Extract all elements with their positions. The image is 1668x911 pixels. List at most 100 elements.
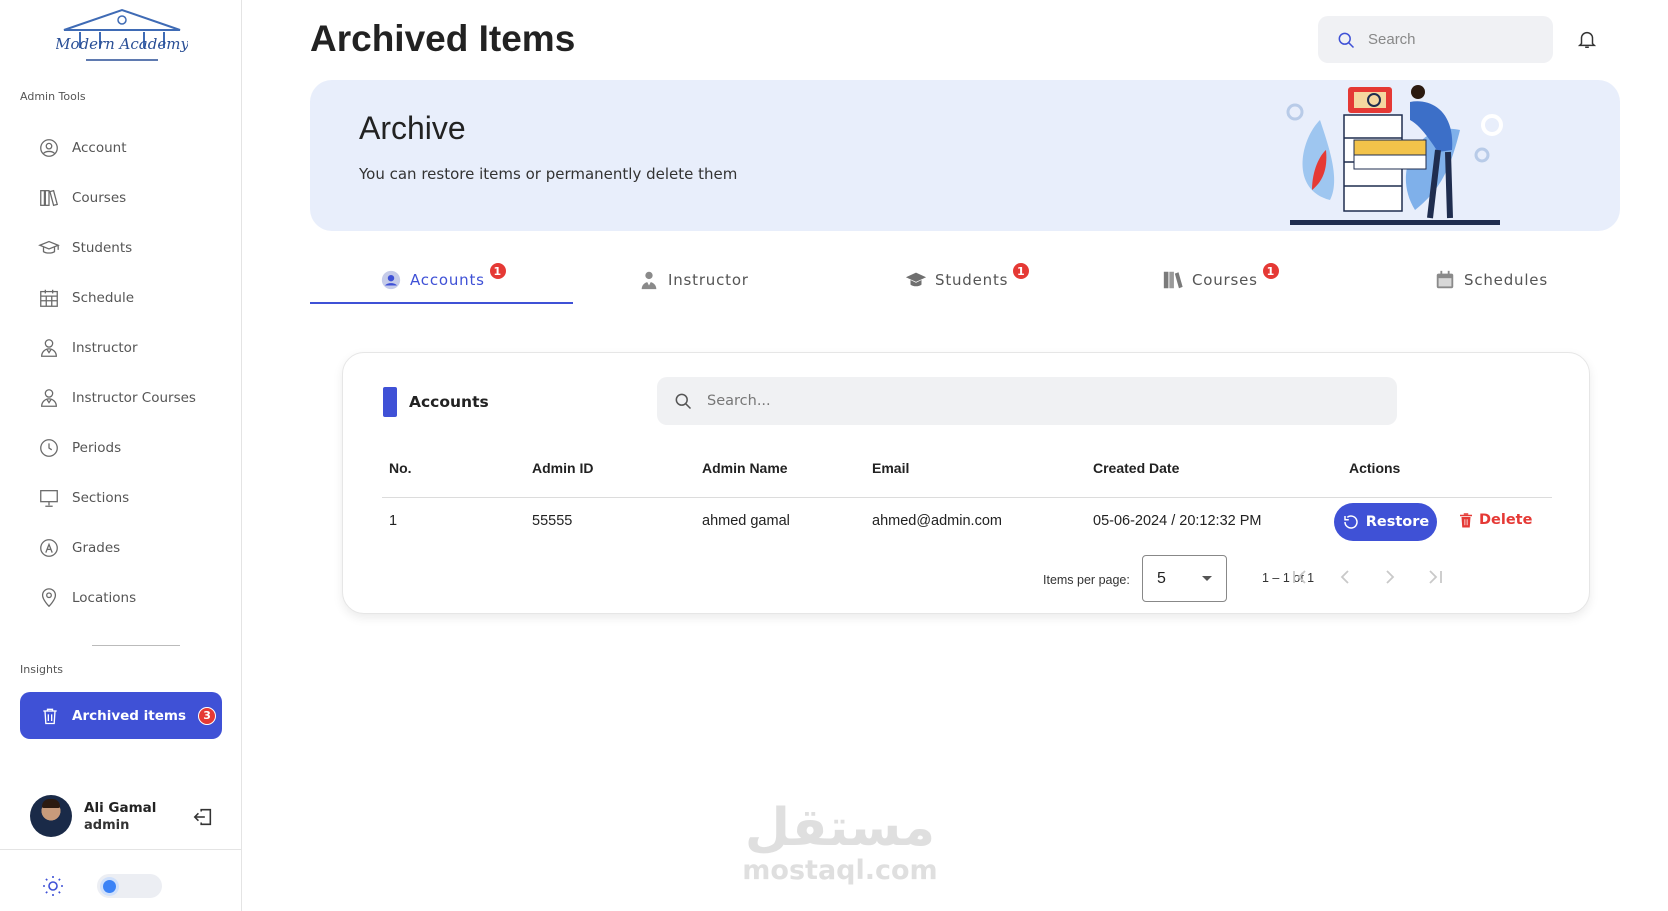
sidebar-item-label: Periods [72,440,122,456]
tab-label: Courses [1192,271,1258,289]
column-header-email[interactable]: Email [872,460,909,476]
column-header-admin-name[interactable]: Admin Name [702,460,788,476]
sun-icon[interactable] [41,874,65,898]
active-tab-indicator [310,302,573,304]
sidebar-item-grades[interactable]: Grades [38,530,120,566]
column-header-admin-id[interactable]: Admin ID [532,460,593,476]
cell-email: ahmed@admin.com [872,513,1002,529]
previous-page-button[interactable] [1333,565,1357,589]
modern-academy-logo[interactable]: Modern Academy [56,6,188,68]
column-header-actions: Actions [1349,460,1401,476]
card-title: Accounts [409,393,489,411]
search-icon [675,393,692,410]
next-page-button[interactable] [1378,565,1402,589]
tab-badge: 1 [1012,262,1031,280]
sidebar-item-label: Students [72,240,133,256]
tab-accounts[interactable]: Accounts 1 [380,255,507,305]
avatar [30,795,72,837]
sidebar-item-sections[interactable]: Sections [38,480,129,516]
archived-count-badge: 3 [198,706,217,725]
watermark-arabic: مستقل [744,798,936,858]
search-icon [1338,32,1355,48]
sidebar-item-label: Instructor [72,340,138,356]
tab-badge: 1 [488,262,507,280]
tab-badge: 1 [1261,262,1280,280]
svg-text:Modern Academy: Modern Academy [56,35,188,53]
sidebar-item-periods[interactable]: Periods [38,430,121,466]
items-per-page-select[interactable]: 5 [1142,555,1227,602]
sidebar-item-label: Courses [72,190,127,206]
insights-label: Insights [20,663,64,676]
restore-button[interactable]: Restore [1334,503,1437,541]
trash-icon [1460,513,1472,528]
bell-icon[interactable] [1576,28,1598,50]
tab-instructor[interactable]: Instructor [638,255,749,305]
items-per-page-value: 5 [1157,569,1166,587]
sidebar-divider [92,645,180,646]
table-search-input[interactable] [707,393,1307,409]
logout-icon[interactable] [192,806,214,828]
page-title: Archived Items [310,18,576,59]
delete-button[interactable]: Delete [1457,511,1532,529]
instructor-icon [41,339,57,357]
sidebar-item-instructor[interactable]: Instructor [38,330,138,366]
sidebar-item-students[interactable]: Students [38,230,132,266]
clock-icon [40,439,58,457]
archive-tabs: Accounts 1 Instructor Students 1 Courses… [310,255,1620,305]
sidebar-item-locations[interactable]: Locations [38,580,136,616]
user-circle-icon [381,270,401,290]
sidebar-item-archived-items[interactable]: Archived items 3 [20,692,222,739]
trash-icon [43,708,57,724]
user-circle-icon [40,139,58,157]
mostaql-watermark: مستقل mostaql.com [735,800,945,886]
tab-label: Schedules [1464,271,1548,289]
books-icon [1163,271,1183,289]
tab-schedules[interactable]: Schedules [1434,255,1548,305]
tab-label: Instructor [668,271,749,289]
sidebar-item-label: Schedule [72,290,135,306]
banner-title: Archive [359,110,466,146]
location-pin-icon [41,588,57,608]
sidebar-item-account[interactable]: Account [38,130,127,166]
top-search-bar[interactable] [1318,16,1553,63]
cell-admin-name: ahmed gamal [702,513,790,529]
archived-items-label: Archived items [72,707,187,724]
sidebar-item-courses[interactable]: Courses [38,180,126,216]
accounts-card: Accounts No. Admin ID Admin Name Email C… [342,352,1590,614]
sidebar-item-label: Grades [72,540,121,556]
first-page-button[interactable] [1288,565,1312,589]
card-accent-bar [383,387,397,417]
admin-tools-label: Admin Tools [20,90,86,103]
user-role: admin [84,817,130,833]
instructor-icon [641,271,657,290]
sidebar-item-schedule[interactable]: Schedule [38,280,134,316]
cell-created-date: 05-06-2024 / 20:12:32 PM [1093,513,1262,529]
books-icon [40,189,59,207]
tab-courses[interactable]: Courses 1 [1162,255,1280,305]
instructor-icon [41,389,57,407]
theme-toggle-knob [103,880,116,893]
graduation-cap-icon [38,240,60,254]
archive-banner: Archive You can restore items or permane… [310,80,1620,231]
theme-toggle[interactable] [97,874,162,898]
column-header-created-date[interactable]: Created Date [1093,460,1179,476]
cell-no: 1 [389,513,398,529]
calendar-icon [40,289,58,307]
restore-label: Restore [1365,514,1430,530]
column-header-no[interactable]: No. [389,460,412,476]
presentation-icon [40,490,58,507]
tab-label: Students [935,271,1009,289]
chevron-left-icon [1340,570,1349,584]
chevron-down-icon [1202,576,1212,581]
cell-admin-id: 55555 [532,513,573,529]
last-page-button[interactable] [1423,565,1447,589]
sidebar-item-instructor-courses[interactable]: Instructor Courses [38,380,196,416]
top-search-input[interactable] [1368,31,1538,48]
sidebar-bottom-divider [0,849,242,850]
sidebar-item-label: Locations [72,590,137,606]
first-page-icon [1293,570,1306,584]
graduation-cap-icon [905,272,927,287]
tab-students[interactable]: Students 1 [905,255,1031,305]
sidebar: Modern Academy Admin Tools Account Cours… [0,0,242,911]
table-search-bar[interactable] [657,377,1397,425]
